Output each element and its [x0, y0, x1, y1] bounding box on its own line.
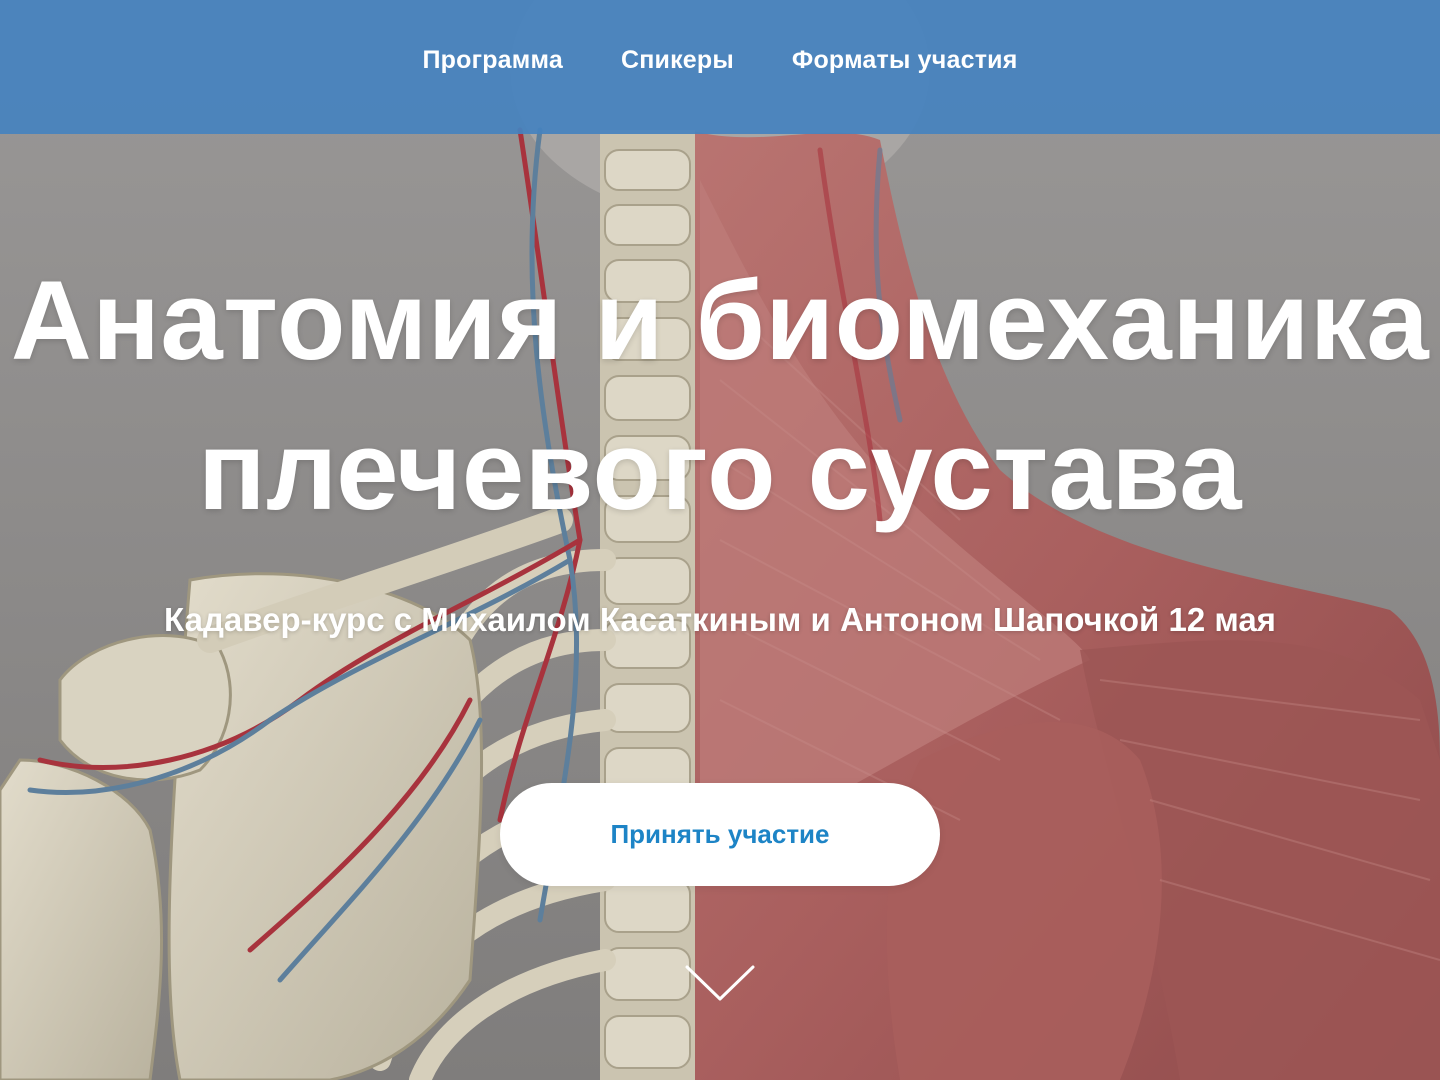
- landing-page: Программа Спикеры Форматы участия Анатом…: [0, 0, 1440, 1080]
- nav-link-program[interactable]: Программа: [422, 46, 562, 75]
- hero-title-line-2: плечевого сустава: [197, 408, 1242, 533]
- nav-link-speakers[interactable]: Спикеры: [621, 46, 734, 75]
- hero-title: Анатомия и биомеханика плечевого сустава: [0, 246, 1440, 546]
- nav-links: Программа Спикеры Форматы участия: [422, 46, 1017, 75]
- participate-button[interactable]: Принять участие: [500, 783, 940, 886]
- top-navigation: Программа Спикеры Форматы участия: [0, 0, 1440, 134]
- hero-title-line-1: Анатомия и биомеханика: [10, 258, 1430, 383]
- nav-link-participation-formats[interactable]: Форматы участия: [792, 46, 1018, 75]
- chevron-down-icon[interactable]: [684, 963, 756, 1005]
- hero-subtitle: Кадавер-курс с Михаилом Касаткиным и Ант…: [164, 601, 1276, 638]
